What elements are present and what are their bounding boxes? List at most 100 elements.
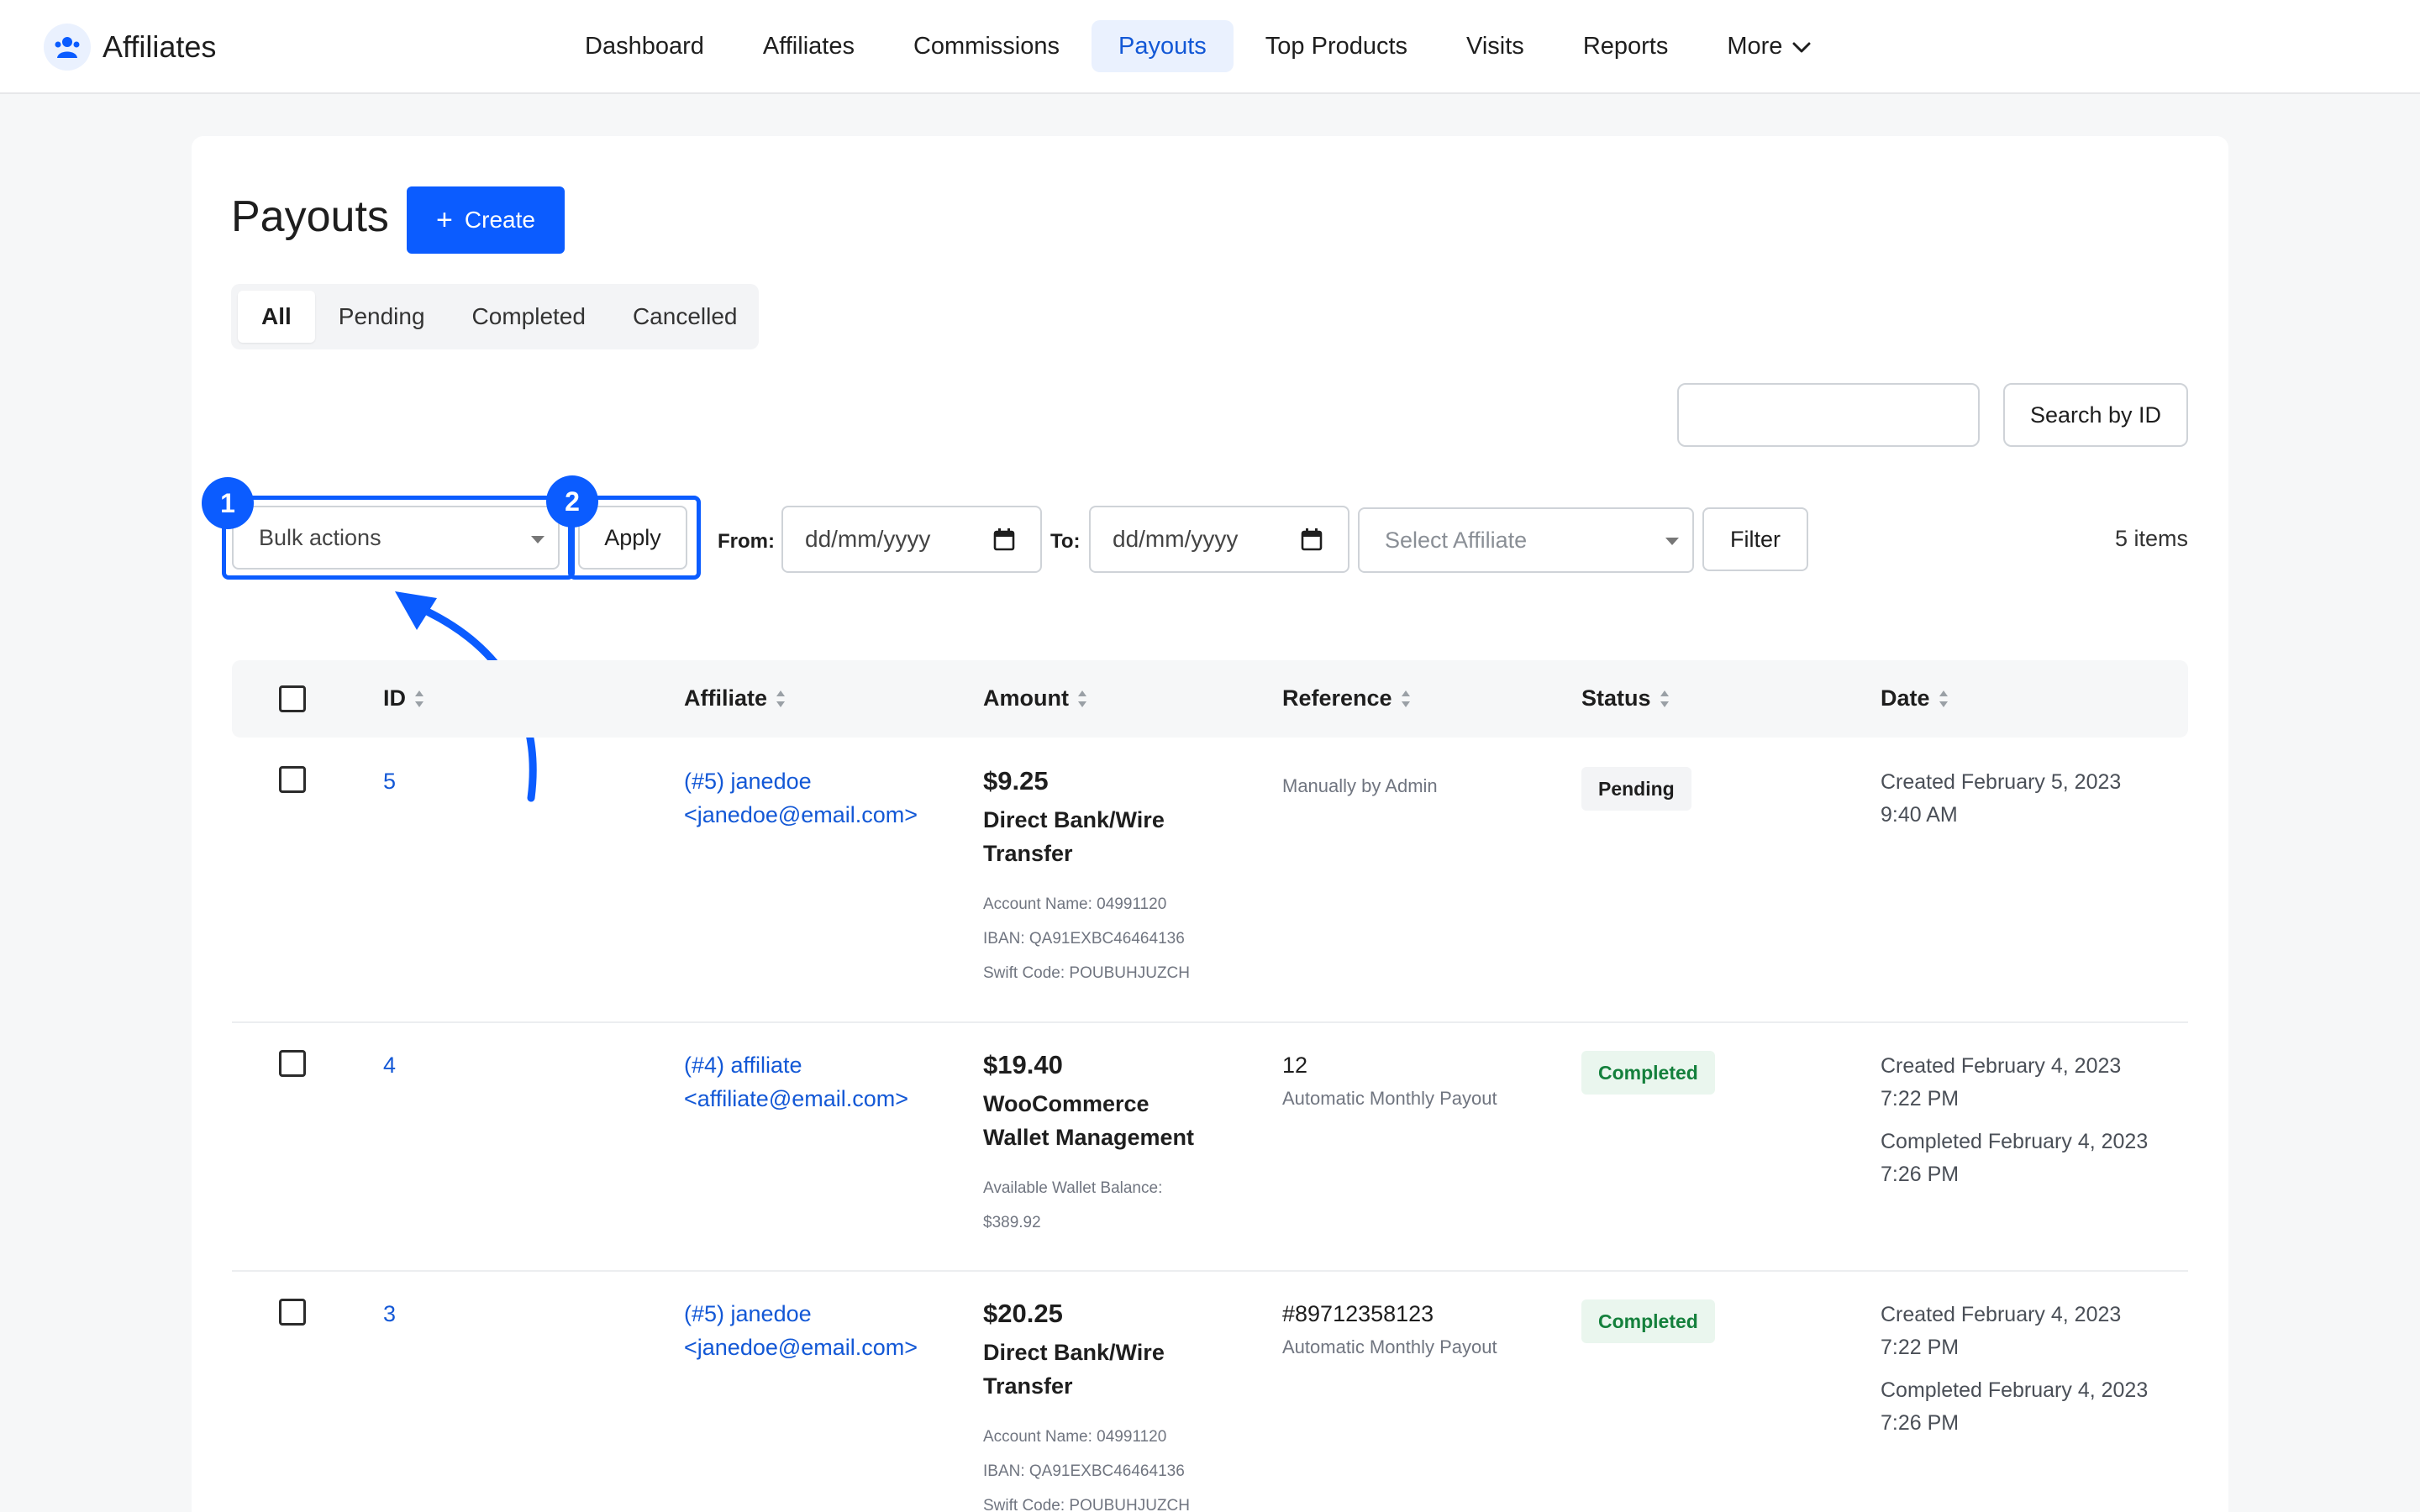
select-affiliate-dropdown[interactable]: Select Affiliate: [1358, 507, 1694, 573]
payout-id-link[interactable]: 3: [383, 1297, 396, 1331]
date-spacer: [1881, 1116, 2148, 1126]
search-by-id-button[interactable]: Search by ID: [2003, 383, 2188, 447]
sort-icon: [776, 690, 786, 707]
nav-item-payouts[interactable]: Payouts: [1091, 20, 1234, 72]
calendar-icon: [1301, 528, 1323, 557]
tab-completed[interactable]: Completed: [449, 291, 609, 343]
from-date-input[interactable]: dd/mm/yyyy: [781, 506, 1042, 573]
payout-details: Account Name: 04991120 IBAN: QA91EXBC464…: [983, 1420, 1190, 1512]
nav-item-more[interactable]: More: [1700, 20, 1838, 72]
column-header-reference[interactable]: Reference: [1282, 685, 1411, 711]
create-button[interactable]: + Create: [407, 186, 565, 254]
nav-item-commissions[interactable]: Commissions: [886, 20, 1086, 72]
row-checkbox[interactable]: [279, 1050, 306, 1077]
date-cell: Created February 5, 2023 9:40 AM: [1881, 766, 2121, 832]
column-header-affiliate-label: Affiliate: [684, 685, 768, 711]
status-badge: Pending: [1581, 767, 1691, 811]
chevron-down-icon: [1792, 33, 1811, 60]
nav-item-visits[interactable]: Visits: [1439, 20, 1551, 72]
sort-icon: [1401, 690, 1410, 707]
reference-cell: #89712358123 Automatic Monthly Payout: [1282, 1297, 1497, 1364]
column-header-affiliate[interactable]: Affiliate: [684, 685, 786, 711]
create-button-label: Create: [464, 207, 535, 233]
column-header-amount-label: Amount: [983, 685, 1069, 711]
reference-number: #89712358123: [1282, 1301, 1434, 1326]
select-all-checkbox[interactable]: [279, 685, 306, 712]
row-checkbox[interactable]: [279, 1299, 306, 1326]
payout-method: WooCommerce Wallet Management: [983, 1087, 1194, 1154]
row-checkbox[interactable]: [279, 766, 306, 793]
reference-note: Manually by Admin: [1282, 775, 1438, 796]
annotation-badge-1: 1: [202, 477, 254, 529]
payout-method: Direct Bank/Wire Transfer: [983, 803, 1190, 870]
reference-number: 12: [1282, 1053, 1308, 1078]
brand-name: Affiliates: [103, 29, 217, 64]
payout-details: Available Wallet Balance: $389.92: [983, 1171, 1194, 1240]
reference-cell: 12 Automatic Monthly Payout: [1282, 1048, 1497, 1116]
table-header: ID Affiliate Amount Reference Status Dat…: [232, 660, 2188, 738]
tab-pending[interactable]: Pending: [315, 291, 449, 343]
column-header-date-label: Date: [1881, 685, 1930, 711]
payout-method: Direct Bank/Wire Transfer: [983, 1336, 1190, 1403]
payout-amount: $9.25: [983, 766, 1049, 795]
from-label: From:: [718, 530, 775, 553]
column-header-id[interactable]: ID: [383, 685, 424, 711]
affiliate-link[interactable]: (#5) janedoe <janedoe@email.com>: [684, 764, 918, 832]
column-header-date[interactable]: Date: [1881, 685, 1949, 711]
items-count: 5 items: [2114, 526, 2188, 551]
affiliate-name: (#4) affiliate: [684, 1053, 802, 1078]
created-date: Created February 5, 2023: [1881, 770, 2122, 794]
created-time: 9:40 AM: [1881, 803, 1958, 827]
payout-detail-line: IBAN: QA91EXBC46464136: [983, 1462, 1185, 1480]
plus-icon: +: [436, 204, 453, 236]
affiliate-email: <affiliate@email.com>: [684, 1086, 909, 1111]
column-header-status[interactable]: Status: [1581, 685, 1670, 711]
date-cell: Created February 4, 2023 7:22 PM Complet…: [1881, 1299, 2148, 1440]
tab-cancelled[interactable]: Cancelled: [609, 291, 761, 343]
column-header-reference-label: Reference: [1282, 685, 1392, 711]
annotation-highlight-bulk-actions: [222, 496, 575, 580]
brand[interactable]: Affiliates: [44, 22, 216, 72]
affiliate-name: (#5) janedoe: [684, 769, 812, 794]
sort-icon: [1660, 690, 1669, 707]
payout-detail-line: $389.92: [983, 1214, 1041, 1231]
date-cell: Created February 4, 2023 7:22 PM Complet…: [1881, 1050, 2148, 1191]
tab-all[interactable]: All: [238, 291, 315, 343]
payout-amount: $20.25: [983, 1299, 1063, 1328]
completed-time: 7:26 PM: [1881, 1411, 1960, 1435]
sort-icon: [415, 690, 424, 707]
to-date-placeholder: dd/mm/yyyy: [1113, 526, 1239, 552]
payout-detail-line: Account Name: 04991120: [983, 1428, 1167, 1446]
payout-detail-line: Swift Code: POUBUHJUZCH: [983, 1497, 1190, 1512]
payout-id-link[interactable]: 5: [383, 764, 396, 798]
to-date-input[interactable]: dd/mm/yyyy: [1089, 506, 1349, 573]
row-divider: [232, 1270, 2188, 1272]
reference-note: Automatic Monthly Payout: [1282, 1336, 1497, 1357]
payout-method-line: Transfer: [983, 1373, 1073, 1399]
filter-button[interactable]: Filter: [1702, 507, 1808, 571]
reference-cell: Manually by Admin: [1282, 769, 1438, 803]
date-spacer: [1881, 1364, 2148, 1374]
nav-item-affiliates[interactable]: Affiliates: [736, 20, 881, 72]
amount-cell: $20.25 Direct Bank/Wire Transfer Account…: [983, 1297, 1190, 1512]
payout-detail-line: Swift Code: POUBUHJUZCH: [983, 964, 1190, 982]
column-header-id-label: ID: [383, 685, 406, 711]
payout-method-line: WooCommerce: [983, 1091, 1150, 1116]
amount-cell: $19.40 WooCommerce Wallet Management Ava…: [983, 1048, 1194, 1240]
sort-icon: [1077, 690, 1086, 707]
nav-item-dashboard[interactable]: Dashboard: [558, 20, 731, 72]
nav-item-top-products[interactable]: Top Products: [1239, 20, 1434, 72]
payout-detail-line: IBAN: QA91EXBC46464136: [983, 930, 1185, 948]
affiliate-link[interactable]: (#4) affiliate <affiliate@email.com>: [684, 1048, 908, 1116]
row-divider: [232, 1021, 2188, 1023]
payout-id-link[interactable]: 4: [383, 1048, 396, 1082]
search-id-input[interactable]: [1677, 383, 1980, 447]
nav-more-label: More: [1727, 32, 1783, 60]
affiliate-link[interactable]: (#5) janedoe <janedoe@email.com>: [684, 1297, 918, 1364]
payout-method-line: Transfer: [983, 841, 1073, 866]
column-header-amount[interactable]: Amount: [983, 685, 1087, 711]
page-title: Payouts: [231, 192, 389, 241]
sort-icon: [1939, 690, 1948, 707]
nav-item-reports[interactable]: Reports: [1556, 20, 1696, 72]
completed-time: 7:26 PM: [1881, 1163, 1960, 1186]
